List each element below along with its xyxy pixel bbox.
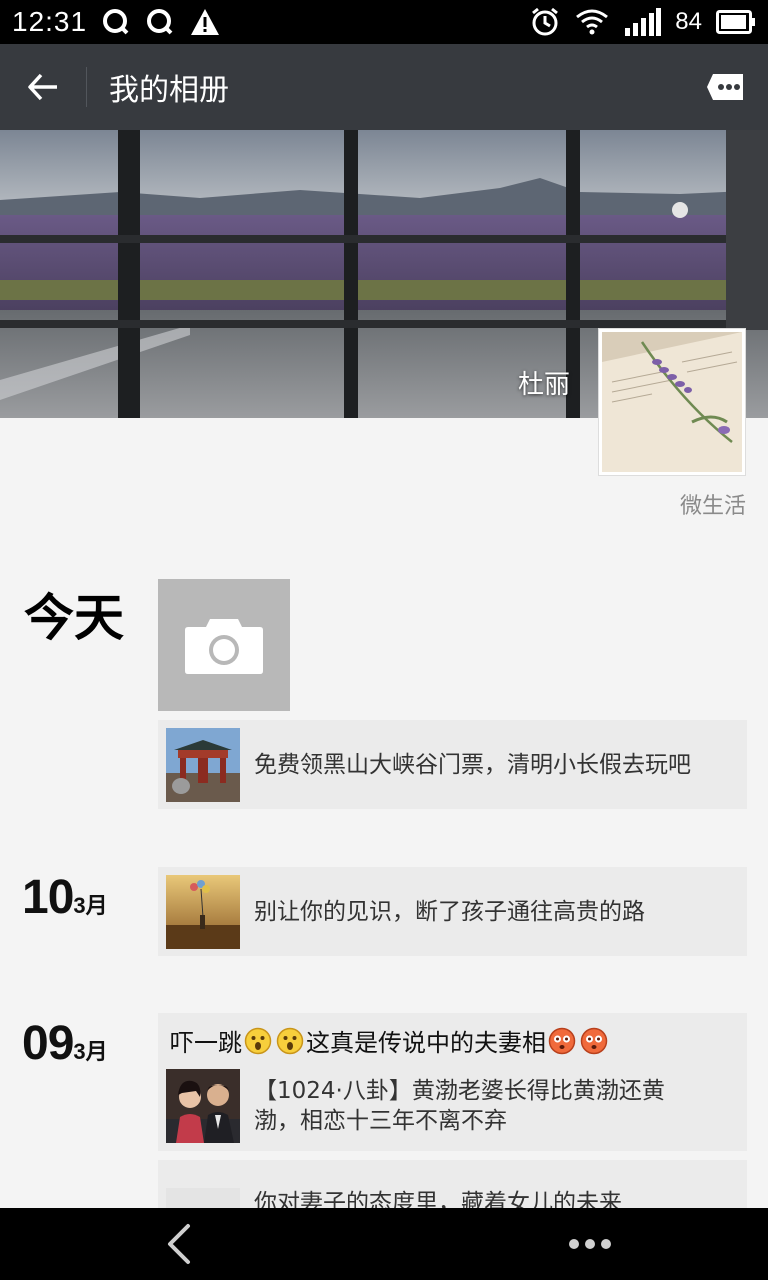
avatar[interactable] <box>598 328 746 476</box>
dizzy-emoji-icon <box>548 1027 576 1054</box>
camera-icon <box>185 619 263 674</box>
surprised-emoji-icon <box>244 1027 272 1054</box>
shared-link[interactable]: 【1024·八卦】黄渤老婆长得比黄渤还黄 渤，相恋十三年不离不弃 <box>166 1069 665 1143</box>
date-month: 3月 <box>73 893 108 918</box>
battery-percent: 84 <box>675 8 702 35</box>
list-item[interactable]: 免费领黑山大峡谷门票，清明小长假去玩吧 <box>158 720 747 809</box>
post-item[interactable]: 吓一跳 这真是传说中的夫妻相 【1024·八卦】黄渤老婆长得比黄渤还黄 渤，相恋… <box>158 1013 747 1151</box>
thumbnail <box>166 727 240 802</box>
qq-notification-icon <box>103 9 129 35</box>
caption-part-2: 这真是传说中的夫妻相 <box>306 1029 546 1057</box>
page-title: 我的相册 <box>109 73 229 108</box>
status-bar: 12:31 84 <box>0 0 768 44</box>
wifi-icon <box>576 9 609 35</box>
share-title: 别让你的见识，断了孩子通往高贵的路 <box>254 898 645 925</box>
warning-icon <box>191 9 220 35</box>
profile-name[interactable]: 杜丽 <box>518 364 570 401</box>
message-button[interactable] <box>682 44 768 130</box>
date-month: 3月 <box>73 1039 108 1064</box>
alarm-icon <box>532 7 559 36</box>
avatar-image <box>602 332 742 472</box>
list-item[interactable]: 别让你的见识，断了孩子通往高贵的路 <box>158 867 747 956</box>
qq-notification-icon-2 <box>147 9 173 35</box>
arrow-left-icon <box>28 73 57 101</box>
nav-back-icon[interactable] <box>160 1222 200 1266</box>
thumbnail-image <box>166 1069 240 1143</box>
avatar-caption: 微生活 <box>679 494 746 519</box>
surprised-emoji-icon <box>276 1027 304 1054</box>
date-label: 093月 <box>22 1016 108 1071</box>
app-bar: 我的相册 <box>0 44 768 130</box>
thumbnail-image <box>166 727 240 802</box>
date-day: 09 <box>22 1017 74 1070</box>
message-bubble-icon <box>707 74 743 100</box>
dizzy-emoji-icon <box>580 1027 608 1054</box>
date-day: 10 <box>22 871 74 924</box>
thumbnail-image <box>166 874 240 949</box>
shared-link-line-1: 【1024·八卦】黄渤老婆长得比黄渤还黄 <box>254 1078 665 1104</box>
add-photo-button[interactable] <box>158 579 290 711</box>
date-today: 今天 <box>24 589 124 647</box>
post-caption: 吓一跳 这真是传说中的夫妻相 <box>170 1023 610 1058</box>
thumbnail <box>166 1069 240 1143</box>
navigation-bar <box>0 1208 768 1280</box>
app-bar-divider <box>86 67 87 107</box>
caption-part-1: 吓一跳 <box>170 1029 242 1057</box>
share-title: 免费领黑山大峡谷门票，清明小长假去玩吧 <box>254 751 691 778</box>
battery-icon <box>716 10 755 34</box>
shared-link-title: 【1024·八卦】黄渤老婆长得比黄渤还黄 渤，相恋十三年不离不弃 <box>254 1076 665 1136</box>
status-time: 12:31 <box>12 6 88 37</box>
date-label: 103月 <box>22 870 108 925</box>
shared-link-line-2: 渤，相恋十三年不离不弃 <box>254 1108 507 1134</box>
thumbnail <box>166 874 240 949</box>
signal-icon <box>625 8 662 36</box>
back-button[interactable] <box>0 44 86 130</box>
nav-menu-icon[interactable] <box>566 1234 614 1254</box>
